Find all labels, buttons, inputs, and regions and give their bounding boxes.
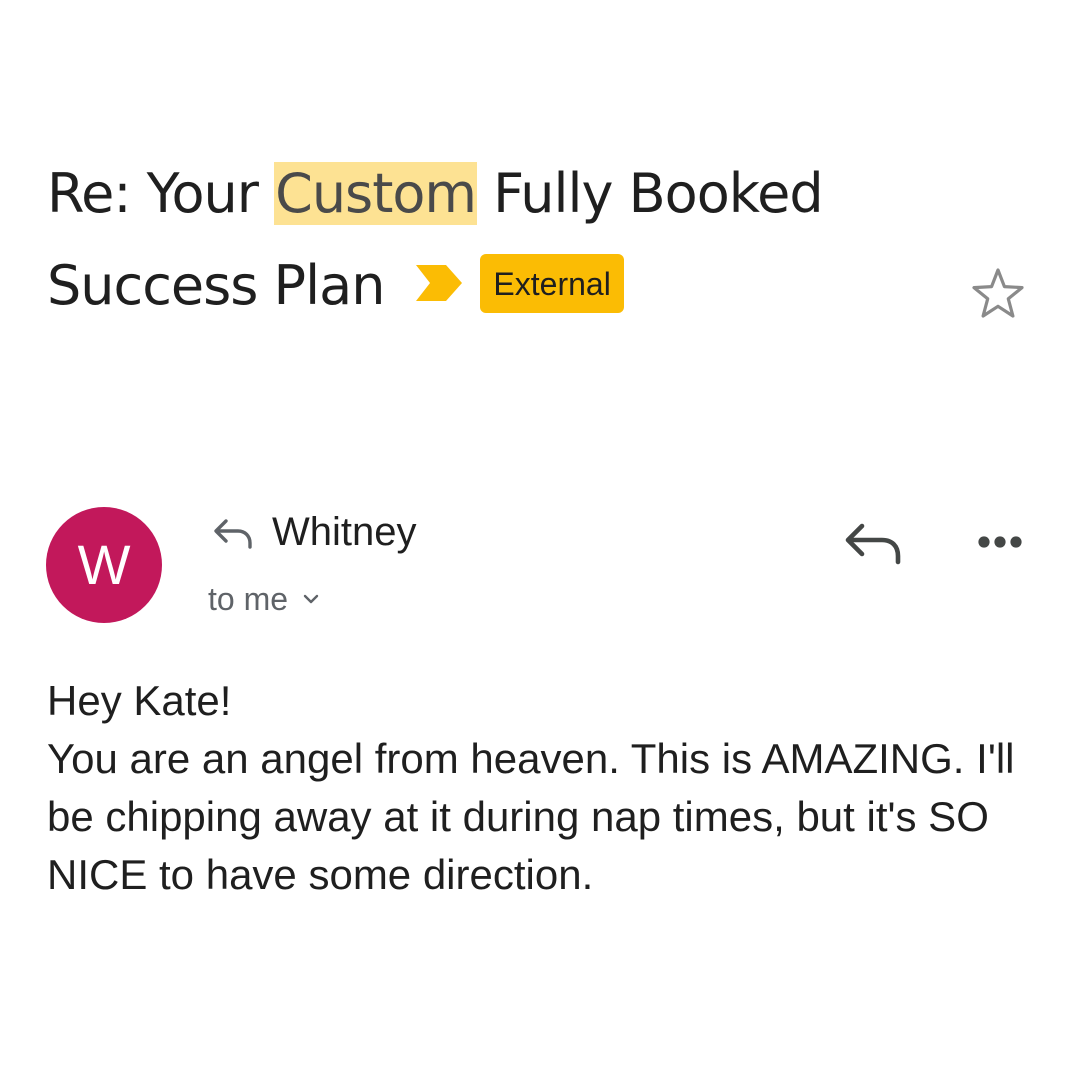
reply-icon[interactable] [840,516,906,568]
recipients-text: to me [208,581,289,617]
replied-icon [214,519,252,549]
subject-line-1: Re: Your Custom Fully Booked [47,148,967,240]
more-options-icon[interactable] [970,520,1030,564]
subject-text-end: Fully Booked [477,162,823,225]
search-highlight: Custom [274,162,478,225]
external-label: External [480,253,624,313]
subject-line-2: Success Plan External [47,240,967,332]
chevron-down-icon [303,594,319,604]
avatar[interactable]: W [46,507,162,623]
subject-text-start: Re: Your [47,162,275,225]
sender-name[interactable]: Whitney [272,506,417,558]
body-greeting: Hey Kate! [47,677,232,724]
email-body: Hey Kate! You are an angel from heaven. … [47,672,1037,904]
importance-marker-icon[interactable] [414,263,464,303]
body-paragraph: You are an angel from heaven. This is AM… [47,735,1015,898]
email-view: Re: Your Custom Fully Booked Success Pla… [0,0,1080,1080]
subject-text-line2: Success Plan [47,254,385,317]
recipients-toggle[interactable]: to me [208,578,322,620]
email-subject: Re: Your Custom Fully Booked Success Pla… [47,148,967,332]
star-icon[interactable] [968,264,1028,324]
